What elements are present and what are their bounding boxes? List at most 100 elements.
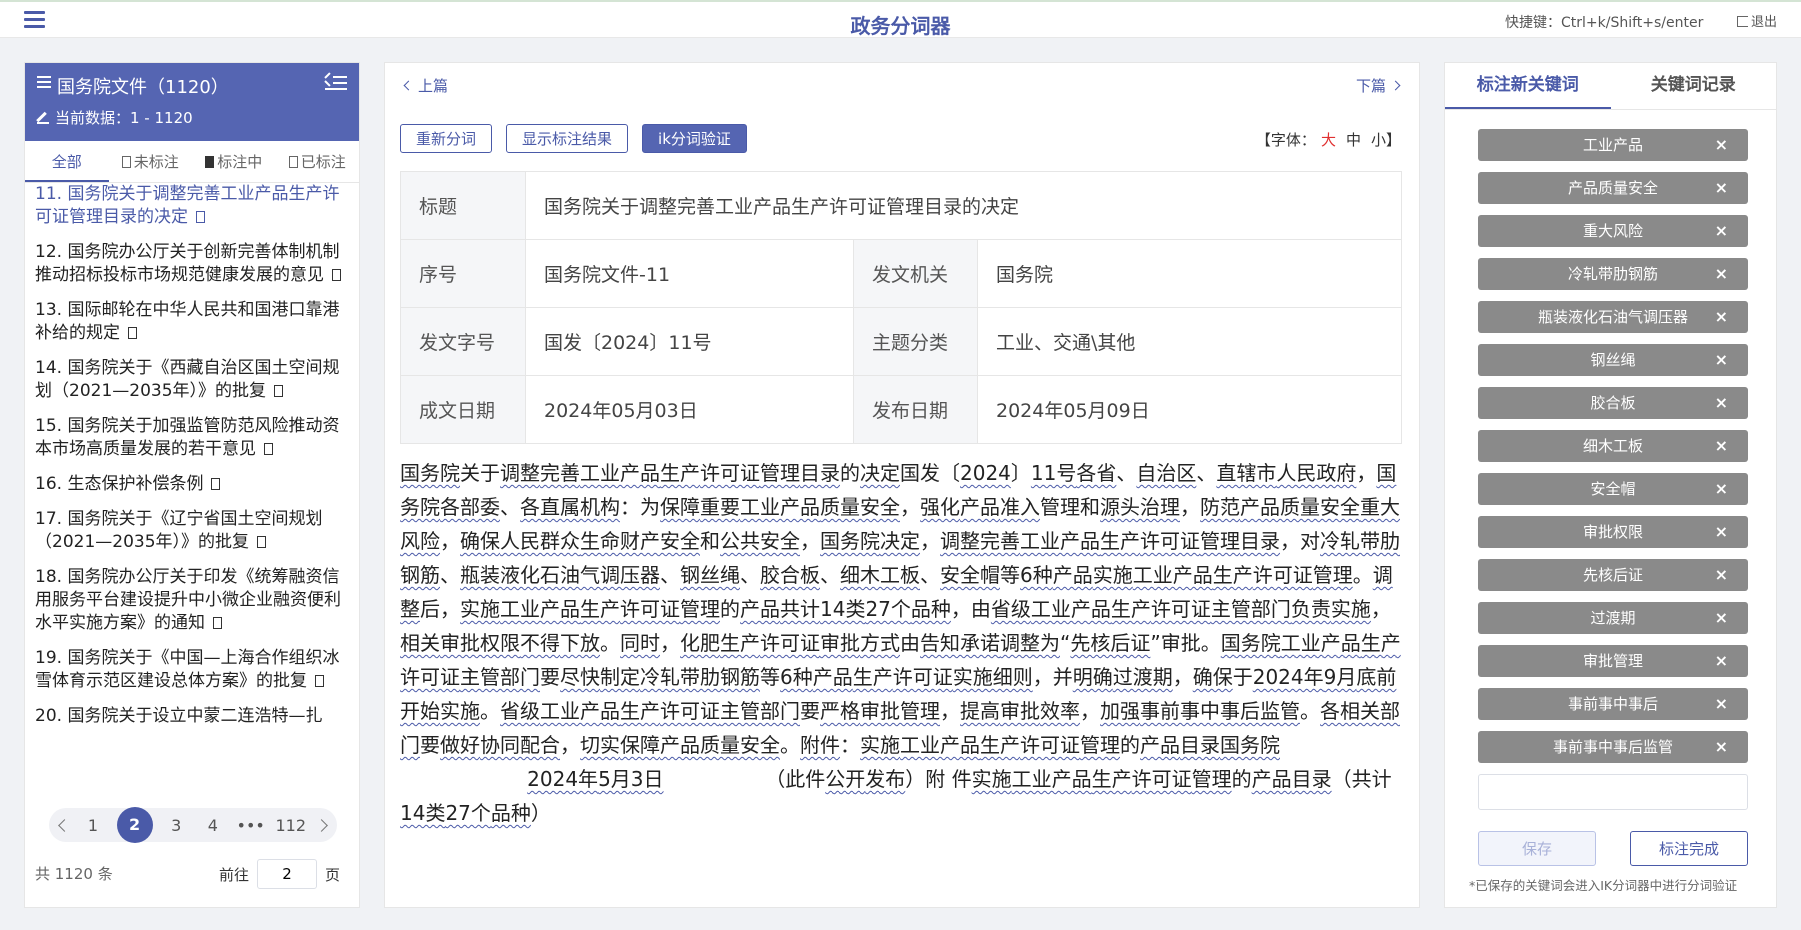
- segmented-keyword[interactable]: 同时: [620, 631, 660, 655]
- segmented-keyword[interactable]: 公开: [825, 767, 865, 791]
- close-icon[interactable]: ×: [1715, 473, 1728, 505]
- keyword-tag[interactable]: 审批权限 ×: [1478, 516, 1748, 548]
- segmented-keyword[interactable]: 产品: [1252, 767, 1292, 791]
- segmented-keyword[interactable]: 管理: [1313, 563, 1353, 587]
- segmented-keyword[interactable]: 保障: [660, 495, 700, 519]
- segmented-keyword[interactable]: 许可证: [660, 699, 720, 723]
- segmented-keyword[interactable]: 严格: [820, 699, 860, 723]
- segmented-keyword[interactable]: 管理: [1192, 767, 1232, 791]
- list-item[interactable]: 18. 国务院办公厅关于印发《统筹融资信用服务平台建设提升中小微企业融资便利水平…: [35, 566, 349, 635]
- close-icon[interactable]: ×: [1715, 172, 1728, 204]
- segmented-keyword[interactable]: 完善: [980, 529, 1020, 553]
- segmented-keyword[interactable]: 共计: [780, 597, 820, 621]
- segmented-keyword[interactable]: 工业产品: [1031, 597, 1111, 621]
- page-3[interactable]: 3: [163, 816, 189, 835]
- keyword-tag[interactable]: 审批管理 ×: [1478, 645, 1748, 677]
- bookmark-icon[interactable]: [332, 269, 341, 281]
- segmented-keyword[interactable]: 6种: [780, 665, 813, 689]
- segmented-keyword[interactable]: 许可证: [400, 665, 460, 689]
- resegment-button[interactable]: 重新分词: [400, 124, 493, 153]
- list-item[interactable]: 19. 国务院关于《中国—上海合作组织冰雪体育示范区建设总体方案》的批复: [35, 647, 349, 693]
- segmented-keyword[interactable]: 11号: [1031, 461, 1076, 485]
- keyword-tag[interactable]: 钢丝绳 ×: [1478, 344, 1748, 376]
- segmented-keyword[interactable]: 工业产品: [900, 733, 980, 757]
- segmented-keyword[interactable]: 协同配合: [480, 733, 560, 757]
- font-medium[interactable]: 中: [1346, 131, 1361, 149]
- segmented-keyword[interactable]: 目录: [1240, 529, 1280, 553]
- segmented-keyword[interactable]: 瓶装液化石油气调压器: [460, 563, 660, 587]
- segmented-keyword[interactable]: 管理: [760, 461, 800, 485]
- segmented-keyword[interactable]: 冷轧带肋钢筋: [640, 665, 760, 689]
- segmented-keyword[interactable]: 准入: [1000, 495, 1040, 519]
- keyword-tag[interactable]: 先核后证 ×: [1478, 559, 1748, 591]
- segmented-keyword[interactable]: 生产: [1092, 767, 1132, 791]
- close-icon[interactable]: ×: [1715, 129, 1728, 161]
- close-icon[interactable]: ×: [1715, 731, 1728, 763]
- segmented-keyword[interactable]: 产品: [960, 495, 1000, 519]
- list-item[interactable]: 15. 国务院关于加强监管防范风险推动资本市场高质量发展的若干意见: [35, 415, 349, 461]
- segmented-keyword[interactable]: 加强: [1100, 699, 1140, 723]
- bookmark-icon[interactable]: [213, 617, 222, 629]
- segmented-keyword[interactable]: 省级: [500, 699, 540, 723]
- segmented-keyword[interactable]: 国务院: [820, 529, 880, 553]
- segmented-keyword[interactable]: 公共安全: [720, 529, 800, 553]
- list-item[interactable]: 16. 生态保护补偿条例: [35, 473, 349, 496]
- segmented-keyword[interactable]: 产品质量安全: [1240, 495, 1360, 519]
- keyword-tag[interactable]: 细木工板 ×: [1478, 430, 1748, 462]
- segmented-keyword[interactable]: 产品: [813, 665, 853, 689]
- segmented-keyword[interactable]: 开始: [400, 699, 440, 723]
- segmented-keyword[interactable]: 审批: [820, 631, 860, 655]
- segmented-keyword[interactable]: 许可证: [1140, 529, 1200, 553]
- keyword-tag[interactable]: 瓶装液化石油气调压器 ×: [1478, 301, 1748, 333]
- segmented-keyword[interactable]: 品种: [911, 597, 951, 621]
- segmented-keyword[interactable]: 27个: [865, 597, 910, 621]
- segmented-keyword[interactable]: 工业产品: [580, 461, 660, 485]
- segmented-keyword[interactable]: 2024年: [527, 767, 598, 791]
- segmented-keyword[interactable]: 审批: [1000, 699, 1040, 723]
- segmented-keyword[interactable]: 许可证: [700, 461, 760, 485]
- segmented-keyword[interactable]: 源头治理: [1100, 495, 1180, 519]
- tab-all[interactable]: 全部: [25, 141, 109, 182]
- segmented-keyword[interactable]: 生产: [1100, 529, 1140, 553]
- segmented-keyword[interactable]: 工业产品: [1133, 563, 1213, 587]
- segmented-keyword[interactable]: 14类: [820, 597, 865, 621]
- segmented-keyword[interactable]: 调整: [940, 529, 980, 553]
- segmented-keyword[interactable]: 事前事中事后监管: [1140, 699, 1300, 723]
- keyword-tag[interactable]: 事前事中事后监管 ×: [1478, 731, 1748, 763]
- segmented-keyword[interactable]: 审批管理: [860, 699, 940, 723]
- close-icon[interactable]: ×: [1715, 258, 1728, 290]
- close-icon[interactable]: ×: [1715, 559, 1728, 591]
- next-document-link[interactable]: 下篇: [1356, 75, 1401, 96]
- list-item[interactable]: 13. 国际邮轮在中华人民共和国港口靠港补给的规定: [35, 299, 349, 345]
- close-icon[interactable]: ×: [1715, 688, 1728, 720]
- segmented-keyword[interactable]: 决定: [880, 529, 920, 553]
- segmented-keyword[interactable]: 管理: [1080, 733, 1120, 757]
- list-item[interactable]: 11. 国务院关于调整完善工业产品生产许可证管理目录的决定: [35, 183, 349, 229]
- keyword-tag[interactable]: 事前事中事后 ×: [1478, 688, 1748, 720]
- segmented-keyword[interactable]: 防范: [1200, 495, 1240, 519]
- close-icon[interactable]: ×: [1715, 602, 1728, 634]
- segmented-keyword[interactable]: 实施细则: [953, 665, 1033, 689]
- segmented-keyword[interactable]: 管理: [680, 597, 720, 621]
- segmented-keyword[interactable]: 切实: [580, 733, 620, 757]
- prev-document-link[interactable]: 上篇: [403, 75, 448, 96]
- segmented-keyword[interactable]: 调整: [500, 461, 540, 485]
- keyword-tag[interactable]: 工业产品 ×: [1478, 129, 1748, 161]
- close-icon[interactable]: ×: [1715, 301, 1728, 333]
- segmented-keyword[interactable]: 调整为: [1000, 631, 1060, 655]
- segmented-keyword[interactable]: 生产: [1361, 631, 1401, 655]
- segmented-keyword[interactable]: 各部委: [440, 495, 500, 519]
- segmented-keyword[interactable]: 工业产品: [1020, 529, 1100, 553]
- segmented-keyword[interactable]: 实施: [1093, 563, 1133, 587]
- segmented-keyword[interactable]: 生产: [720, 631, 760, 655]
- segmented-keyword[interactable]: 产品质量安全: [660, 733, 780, 757]
- segmented-keyword[interactable]: 产品: [1140, 733, 1180, 757]
- segmented-keyword[interactable]: 效率: [1040, 699, 1080, 723]
- segmented-keyword[interactable]: 各省: [1076, 461, 1116, 485]
- font-large[interactable]: 大: [1321, 131, 1336, 149]
- segmented-keyword[interactable]: 底前: [1356, 665, 1396, 689]
- segmented-keyword[interactable]: 生命财产安全: [580, 529, 700, 553]
- segmented-keyword[interactable]: 目录: [800, 461, 840, 485]
- segmented-keyword[interactable]: 14类: [400, 801, 445, 825]
- tab-new-keywords[interactable]: 标注新关键词: [1445, 63, 1611, 109]
